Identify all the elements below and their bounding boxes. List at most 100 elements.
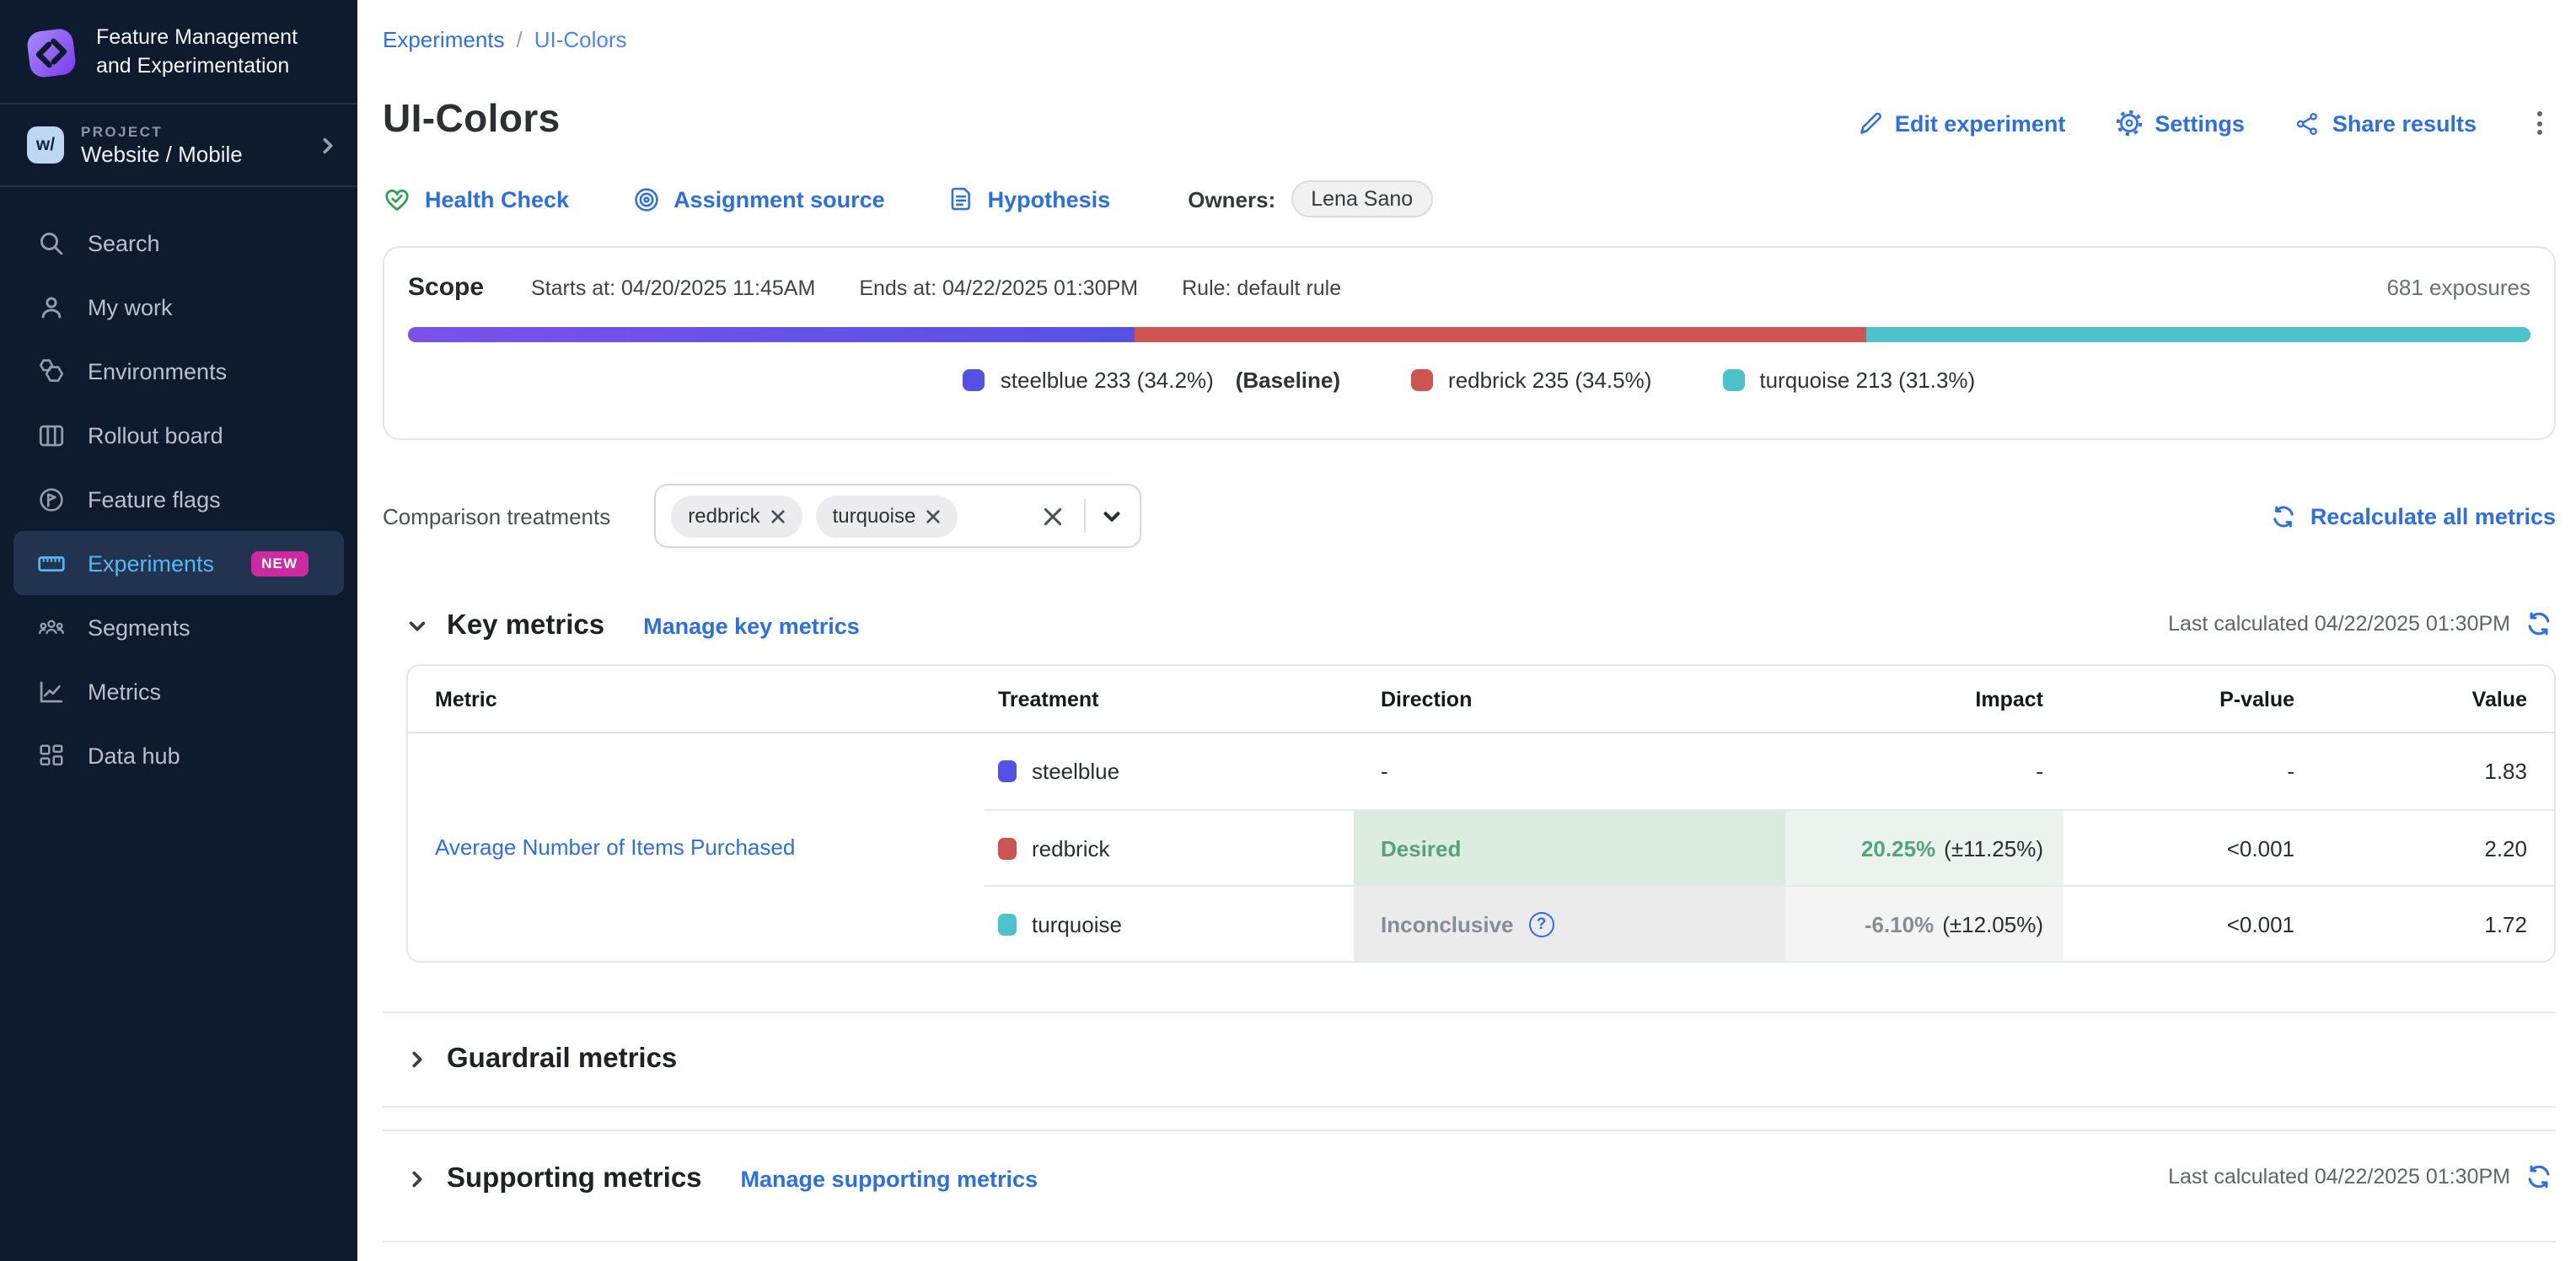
guardrail-metrics-title: Guardrail metrics — [447, 1043, 677, 1075]
pvalue-cell: - — [2063, 733, 2294, 809]
breadcrumb-current[interactable]: UI-Colors — [534, 27, 627, 52]
app-logo-row[interactable]: Feature Management and Experimentation — [0, 0, 357, 103]
sidebar-item-my-work[interactable]: My work — [13, 275, 344, 339]
legend-item-redbrick: redbrick 235 (34.5%) — [1411, 368, 1651, 393]
chip-redbrick[interactable]: redbrick — [671, 495, 802, 537]
supporting-metrics-title: Supporting metrics — [447, 1162, 702, 1194]
line-chart-icon — [37, 677, 66, 706]
impact-cell: - — [1785, 733, 2063, 809]
legend-item-steelblue: steelblue 233 (34.2%) (Baseline) — [963, 368, 1340, 393]
edit-experiment-button[interactable]: Edit experiment — [1858, 110, 2066, 136]
sidebar-item-feature-flags[interactable]: Feature flags — [13, 467, 344, 531]
col-header-pvalue: P-value — [2063, 666, 2294, 733]
sidebar-item-metrics[interactable]: Metrics — [13, 659, 344, 723]
sidebar-item-environments[interactable]: Environments — [13, 339, 344, 403]
breadcrumb-experiments[interactable]: Experiments — [383, 27, 505, 52]
clear-all-icon[interactable] — [1038, 502, 1067, 530]
pvalue-cell: <0.001 — [2063, 885, 2294, 961]
legend-swatch — [963, 369, 985, 391]
supporting-metrics-header: Supporting metrics Manage supporting met… — [406, 1153, 1038, 1204]
sidebar-nav: Search My work Environments Rollout boar… — [0, 187, 357, 811]
project-badge: w/ — [27, 126, 64, 164]
chip-turquoise[interactable]: turquoise — [816, 495, 958, 537]
legend-item-turquoise: turquoise 213 (31.3%) — [1722, 368, 1975, 393]
sidebar-item-segments[interactable]: Segments — [13, 595, 344, 659]
pvalue-cell: <0.001 — [2063, 809, 2294, 885]
grid-icon — [37, 741, 66, 770]
ruler-icon — [37, 549, 66, 577]
col-header-value: Value — [2294, 666, 2556, 733]
guardrail-metrics-header: Guardrail metrics — [406, 1033, 677, 1084]
sidebar-item-rollout-board[interactable]: Rollout board — [13, 403, 344, 467]
col-header-metric: Metric — [408, 666, 985, 733]
share-icon — [2295, 110, 2321, 136]
key-metrics-title: Key metrics — [447, 609, 604, 641]
impact-cell: 20.25% (±11.25%) — [1785, 809, 2063, 885]
treatment-legend: steelblue 233 (34.2%) (Baseline) redbric… — [384, 368, 2554, 393]
document-icon — [947, 185, 974, 212]
settings-button[interactable]: Settings — [2116, 110, 2245, 137]
hypothesis-link[interactable]: Hypothesis — [947, 185, 1111, 212]
chevron-right-icon — [319, 136, 337, 154]
sidebar-item-data-hub[interactable]: Data hub — [13, 723, 344, 787]
sidebar-item-search[interactable]: Search — [13, 211, 344, 275]
treatment-swatch — [998, 760, 1017, 782]
user-icon — [37, 292, 66, 321]
chevron-down-icon[interactable] — [1101, 505, 1123, 527]
refresh-icon[interactable] — [2525, 610, 2552, 637]
metric-name-link[interactable]: Average Number of Items Purchased — [408, 733, 985, 961]
treatment-swatch — [998, 913, 1017, 935]
scope-ends-at: Ends at: 04/22/2025 01:30PM — [859, 276, 1138, 300]
recalculate-all-metrics-button[interactable]: Recalculate all metrics — [2272, 503, 2556, 529]
owner-pill[interactable]: Lena Sano — [1291, 180, 1433, 217]
sidebar: Feature Management and Experimentation w… — [0, 0, 357, 1261]
value-cell: 1.83 — [2294, 733, 2556, 809]
scope-card: Scope Starts at: 04/20/2025 11:45AM Ends… — [383, 246, 2556, 440]
flag-circle-icon — [37, 485, 66, 513]
scope-rule: Rule: default rule — [1182, 276, 1341, 300]
page-title: UI-Colors — [383, 96, 561, 142]
manage-supporting-metrics-link[interactable]: Manage supporting metrics — [741, 1166, 1038, 1191]
comparison-treatments-select[interactable]: redbrick turquoise — [654, 484, 1141, 548]
supporting-metrics-last-calculated: Last calculated 04/22/2025 01:30PM — [2168, 1163, 2552, 1190]
heart-check-icon — [383, 185, 411, 213]
chevron-right-icon[interactable] — [406, 1167, 428, 1189]
direction-cell: Inconclusive ? — [1354, 885, 1785, 961]
project-switcher[interactable]: w/ PROJECT Website / Mobile — [0, 105, 357, 185]
key-metrics-last-calculated: Last calculated 04/22/2025 01:30PM — [2168, 610, 2552, 637]
board-columns-icon — [37, 421, 66, 449]
assignment-source-link[interactable]: Assignment source — [631, 185, 885, 213]
value-cell: 1.72 — [2294, 885, 2556, 961]
legend-swatch — [1411, 369, 1433, 391]
col-header-impact: Impact — [1785, 666, 2063, 733]
key-metrics-header: Key metrics Manage key metrics — [406, 600, 860, 651]
share-results-button[interactable]: Share results — [2295, 110, 2477, 136]
treatment-cell: turquoise — [985, 885, 1354, 961]
header-actions: Edit experiment Settings Share results — [1858, 105, 2552, 142]
value-cell: 2.20 — [2294, 809, 2556, 885]
treatment-cell: redbrick — [985, 809, 1354, 885]
help-icon[interactable]: ? — [1529, 911, 1554, 936]
col-header-treatment: Treatment — [985, 666, 1354, 733]
people-icon — [37, 613, 66, 641]
comparison-treatments-label: Comparison treatments — [383, 503, 610, 529]
close-icon[interactable] — [770, 508, 786, 523]
health-check-link[interactable]: Health Check — [383, 185, 569, 213]
manage-key-metrics-link[interactable]: Manage key metrics — [643, 613, 860, 638]
gear-icon — [2116, 110, 2143, 137]
new-badge: NEW — [251, 550, 308, 576]
sidebar-item-experiments[interactable]: Experiments NEW — [13, 531, 344, 595]
refresh-icon[interactable] — [2525, 1163, 2552, 1190]
chevron-right-icon[interactable] — [406, 1048, 428, 1070]
search-icon — [37, 228, 66, 257]
close-icon[interactable] — [926, 508, 941, 523]
app-title: Feature Management and Experimentation — [96, 24, 298, 81]
more-options-button[interactable] — [2527, 105, 2552, 142]
chevron-down-icon[interactable] — [406, 614, 428, 636]
impact-cell: -6.10% (±12.05%) — [1785, 885, 2063, 961]
scope-starts-at: Starts at: 04/20/2025 11:45AM — [531, 276, 815, 300]
key-metrics-table: Metric Treatment Direction Impact P-valu… — [406, 664, 2556, 963]
refresh-icon — [2272, 503, 2297, 529]
bar-segment-redbrick — [1134, 327, 1866, 342]
target-icon — [631, 185, 660, 213]
